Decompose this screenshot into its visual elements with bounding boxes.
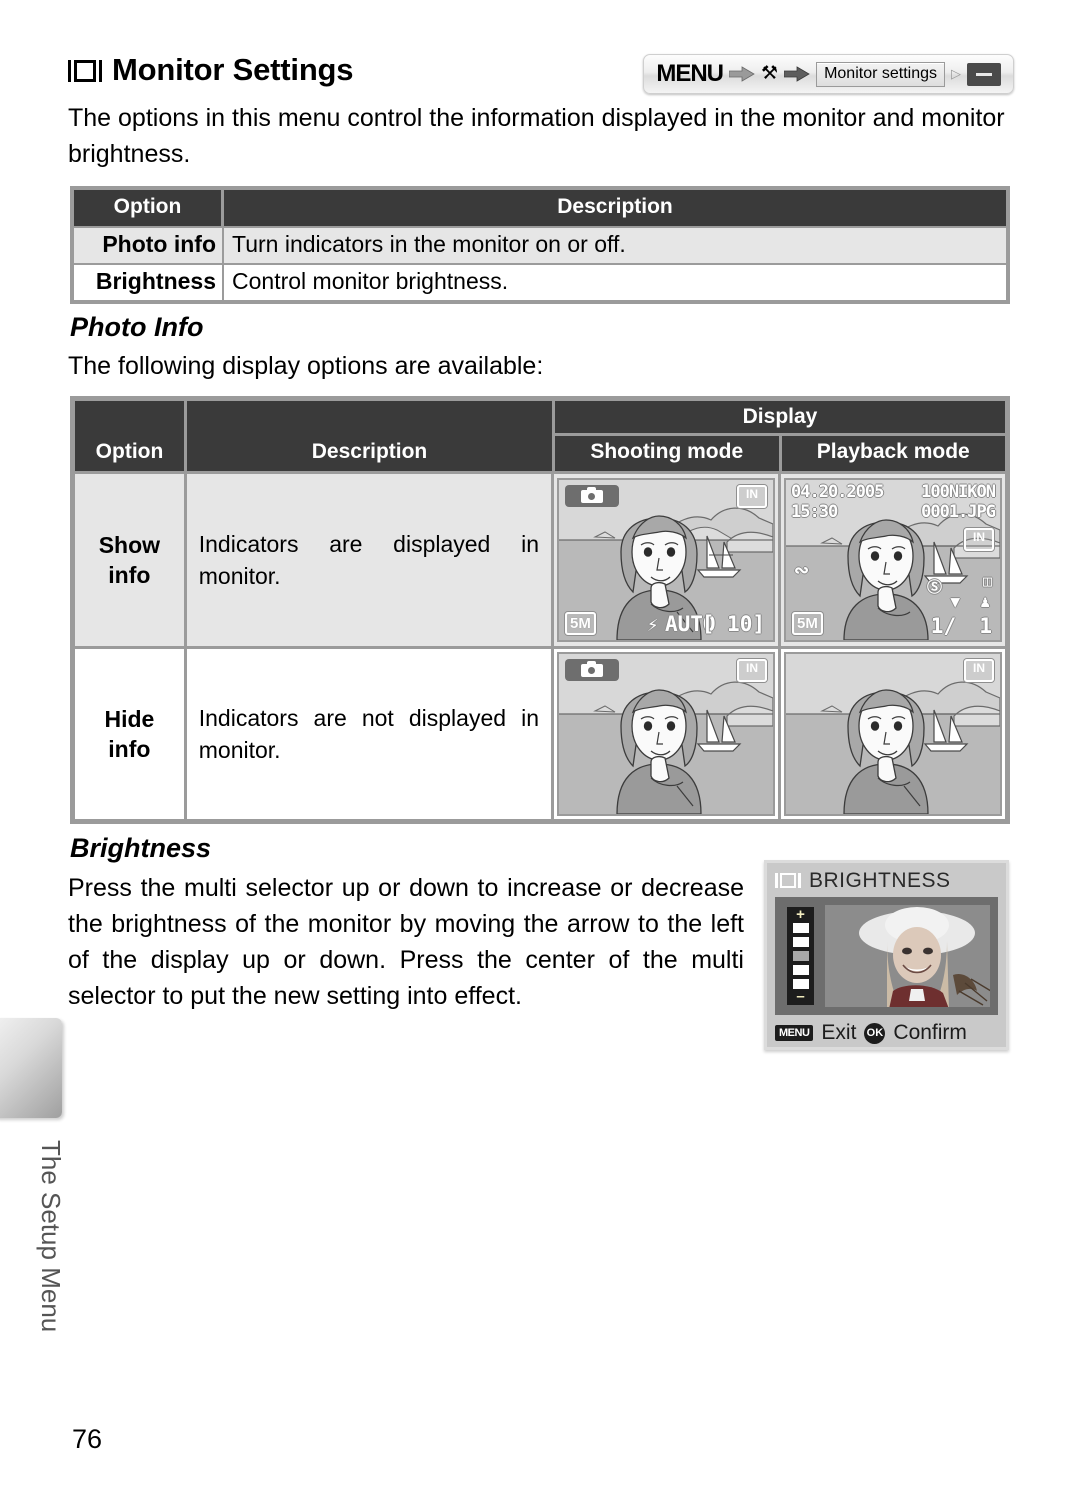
brightness-minus-label: – (796, 988, 805, 1005)
table-row: Photo info Turn indicators in the monito… (74, 226, 1006, 263)
chapter-label: The Setup Menu (36, 1140, 66, 1333)
playback-filename: 0001.JPG (921, 502, 996, 522)
frame-current: 1/ (930, 614, 956, 638)
brightness-screen-footer: MENU Exit OK Confirm (767, 1015, 1006, 1045)
shooting-mode-preview-hide: IN (554, 649, 781, 819)
playback-mode-preview-show: 04.20.2005 15:30 100NIKON 0001.JPG IN ∾ … (781, 474, 1005, 646)
row-option: Hide info (75, 649, 187, 819)
chevron-right-icon: ▷ (951, 66, 961, 81)
row-option: Photo info (74, 228, 224, 263)
page-title: Monitor Settings (112, 52, 354, 87)
wrench-icon: ⚒ (761, 62, 779, 84)
camera-screen-shooting-hide: IN (557, 652, 775, 816)
table-row: Brightness Control monitor brightness. (74, 263, 1006, 300)
row-option: Brightness (74, 265, 224, 300)
row-description: Control monitor brightness. (232, 268, 509, 294)
right-arrow-icon (729, 66, 755, 82)
brightness-screen-header: BRIGHTNESS (767, 863, 1006, 895)
exit-label: Exit (821, 1021, 857, 1044)
memory-badge: IN (964, 528, 994, 551)
header-option: Option (74, 190, 224, 226)
image-size-badge: 5M (792, 612, 823, 635)
row-option-line2: info (108, 736, 151, 762)
options-table-header: Option Description (74, 190, 1006, 226)
frame-total: 1 (979, 614, 992, 638)
page-number: 76 (72, 1424, 103, 1454)
row-description: Indicators are not displayed in monitor. (187, 649, 554, 819)
camera-screen-playback: 04.20.2005 15:30 100NIKON 0001.JPG IN ∾ … (784, 478, 1002, 642)
header-display: Display (555, 401, 1005, 436)
delete-icon: ▼ (950, 592, 960, 611)
camera-screen-shooting: IN 5M ⚡ AUTO [ 10] (557, 478, 775, 642)
camera-mode-icon (565, 485, 619, 507)
playback-mode-preview-hide: IN (781, 649, 1005, 819)
photo-info-heading: Photo Info (70, 312, 204, 342)
breadcrumb-menu-label: MENU (656, 60, 724, 87)
menu-button-icon[interactable]: MENU (775, 1025, 814, 1041)
camera-mode-icon (565, 659, 619, 681)
memory-badge: IN (737, 659, 767, 682)
brightness-screen-title: BRIGHTNESS (809, 869, 951, 892)
monitor-icon (68, 58, 102, 84)
brightness-screen: BRIGHTNESS + – MENU Exit OK Confirm (764, 860, 1009, 1050)
header-description: Description (557, 195, 673, 218)
header-playback-mode: Playback mode (816, 440, 970, 463)
photo-info-table-header: Option Description Display Shooting mode… (75, 401, 1005, 471)
microphone-icon: ♟ (980, 592, 990, 611)
flash-icon: ⚡ (647, 614, 659, 636)
print-icon: ◫ (982, 572, 992, 590)
row-option-line2: info (108, 562, 151, 588)
brightness-preview-photo (825, 905, 990, 1007)
header-shooting-mode: Shooting mode (555, 436, 782, 471)
ok-button-icon: Ⓢ (926, 578, 942, 596)
row-description: Indicators are displayed in monitor. (187, 474, 554, 646)
brightness-segment[interactable] (791, 964, 810, 976)
brightness-plus-label: + (796, 906, 805, 923)
brightness-heading: Brightness (70, 833, 212, 863)
photo-info-table: Option Description Display Shooting mode… (70, 396, 1010, 824)
camera-screen-playback-hide: IN (784, 652, 1002, 816)
monitor-icon (775, 872, 801, 890)
intro-paragraph: The options in this menu control the inf… (68, 104, 1005, 168)
brightness-segment-current[interactable] (791, 950, 810, 962)
row-option-line1: Hide (104, 706, 155, 732)
breadcrumb: MENU ⚒ Monitor settings ▷ (643, 54, 1014, 94)
table-row: Hide info Indicators are not displayed i… (75, 646, 1005, 819)
row-option: Show info (75, 474, 187, 646)
playback-date: 04.20.2005 (791, 482, 884, 502)
shots-remaining: [ 10] (701, 612, 765, 636)
right-arrow-icon-2 (784, 66, 810, 82)
header-option: Option (75, 401, 187, 471)
brightness-segment[interactable] (791, 922, 810, 934)
transfer-mark-icon: ∾ (794, 560, 810, 581)
row-description: Turn indicators in the monitor on or off… (232, 231, 626, 257)
breadcrumb-field[interactable]: Monitor settings (816, 61, 945, 87)
brightness-slider[interactable]: + – (787, 907, 814, 1005)
playback-folder: 100NIKON (921, 482, 996, 502)
chapter-tab (0, 1018, 62, 1118)
memory-badge: IN (737, 485, 767, 508)
row-option-line1: Show (98, 532, 161, 558)
ok-button-icon[interactable]: OK (864, 1022, 886, 1044)
shooting-mode-preview-show: IN 5M ⚡ AUTO [ 10] (554, 474, 781, 646)
confirm-label: Confirm (893, 1021, 967, 1044)
dash-button[interactable] (967, 62, 1001, 86)
table-row: Show info Indicators are displayed in mo… (75, 471, 1005, 646)
document-page: Monitor Settings MENU ⚒ Monitor settings… (0, 0, 1080, 1486)
brightness-segment[interactable] (791, 936, 810, 948)
photo-info-intro: The following display options are availa… (68, 352, 544, 380)
brightness-body: Press the multi selector up or down to i… (68, 874, 744, 1010)
header-description: Description (187, 401, 555, 471)
memory-badge: IN (964, 659, 994, 682)
options-table: Option Description Photo info Turn indic… (70, 186, 1010, 304)
image-size-badge: 5M (565, 612, 596, 635)
brightness-screen-body: + – (775, 897, 998, 1015)
playback-time: 15:30 (791, 502, 838, 522)
